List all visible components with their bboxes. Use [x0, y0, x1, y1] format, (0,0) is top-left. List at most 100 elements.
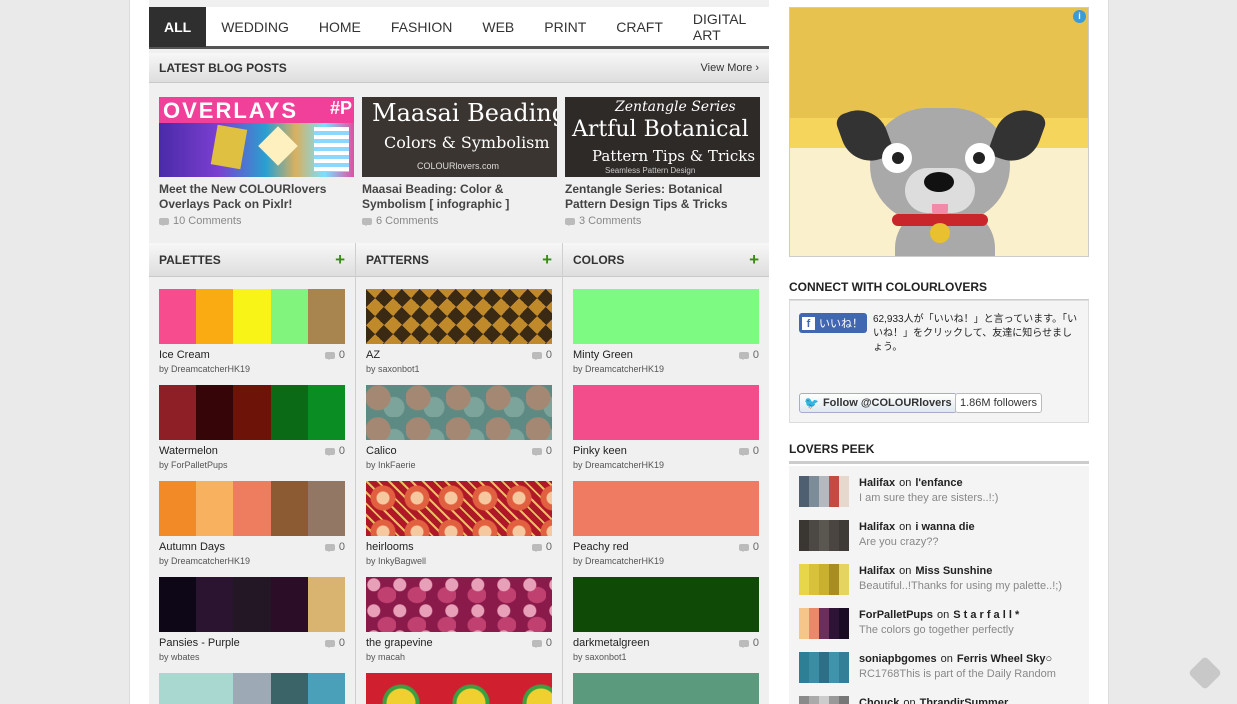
palette-swatch[interactable] [159, 289, 345, 344]
nav-tab-craft[interactable]: CRAFT [601, 7, 678, 47]
peek-target[interactable]: i wanna die [915, 521, 974, 533]
peek-item[interactable]: Halifax on i wanna die Are you crazy?? [799, 520, 1084, 551]
palette-swatch[interactable] [159, 481, 345, 536]
palette-item[interactable]: Autumn Days 0 by DreamcatcherHK19 [159, 481, 345, 566]
peek-palette-thumbnail[interactable] [799, 520, 849, 551]
peek-palette-thumbnail[interactable] [799, 652, 849, 683]
item-name[interactable]: darkmetalgreen [573, 637, 649, 649]
nav-tab-digital-art[interactable]: DIGITAL ART [678, 7, 769, 47]
post-comments[interactable]: 10 Comments [159, 215, 354, 227]
item-author[interactable]: by saxonbot1 [366, 364, 552, 374]
peek-user[interactable]: Halifax [859, 565, 895, 577]
post-title[interactable]: Maasai Beading: Color & Symbolism [ info… [362, 182, 557, 212]
item-comments[interactable]: 0 [324, 637, 345, 649]
peek-user[interactable]: soniapbgomes [859, 653, 937, 665]
item-name[interactable]: Autumn Days [159, 541, 225, 553]
peek-item[interactable]: Halifax on l'enfance I am sure they are sis… [799, 476, 1084, 507]
pattern-item[interactable] [366, 673, 552, 704]
nav-tab-web[interactable]: WEB [467, 7, 529, 47]
pattern-swatch[interactable] [366, 289, 552, 344]
item-author[interactable]: by DreamcatcherHK19 [159, 364, 345, 374]
palette-swatch[interactable] [159, 385, 345, 440]
color-item[interactable]: Pinky keen 0 by DreamcatcherHK19 [573, 385, 759, 470]
color-item[interactable]: Peachy red 0 by DreamcatcherHK19 [573, 481, 759, 566]
facebook-like-button[interactable]: f いいね！ [799, 313, 867, 333]
color-swatch[interactable] [573, 673, 759, 704]
item-author[interactable]: by ForPalletPups [159, 460, 345, 470]
post-thumbnail[interactable]: OVERLAYS #P [159, 97, 354, 177]
item-author[interactable]: by DreamcatcherHK19 [159, 556, 345, 566]
peek-user[interactable]: Chouck [859, 697, 899, 704]
pattern-swatch[interactable] [366, 385, 552, 440]
item-name[interactable]: Pinky keen [573, 445, 627, 457]
color-item[interactable]: darkmetalgreen 0 by saxonbot1 [573, 577, 759, 662]
item-name[interactable]: AZ [366, 349, 380, 361]
peek-target[interactable]: S t a r f a l l * [953, 609, 1019, 621]
item-comments[interactable]: 0 [531, 541, 552, 553]
item-comments[interactable]: 0 [531, 445, 552, 457]
peek-palette-thumbnail[interactable] [799, 476, 849, 507]
peek-item[interactable]: soniapbgomes on Ferris Wheel Sky○ RC1768Thi… [799, 652, 1084, 683]
feedback-tab-icon[interactable] [1188, 656, 1222, 690]
post-comments[interactable]: 6 Comments [362, 215, 557, 227]
item-name[interactable]: Pansies - Purple [159, 637, 240, 649]
item-name[interactable]: Calico [366, 445, 397, 457]
item-author[interactable]: by saxonbot1 [573, 652, 759, 662]
item-name[interactable]: Ice Cream [159, 349, 210, 361]
post-title[interactable]: Meet the New COLOURlovers Overlays Pack … [159, 182, 354, 212]
item-author[interactable]: by DreamcatcherHK19 [573, 364, 759, 374]
palette-swatch[interactable] [159, 577, 345, 632]
color-swatch[interactable] [573, 385, 759, 440]
peek-user[interactable]: Halifax [859, 521, 895, 533]
item-author[interactable]: by DreamcatcherHK19 [573, 460, 759, 470]
palette-item[interactable]: Watermelon 0 by ForPalletPups [159, 385, 345, 470]
view-more-link[interactable]: View More › [701, 62, 759, 74]
pattern-item[interactable]: heirlooms 0 by InkyBagwell [366, 481, 552, 566]
peek-target[interactable]: ThrandirSummer [920, 697, 1009, 704]
post-title[interactable]: Zentangle Series: Botanical Pattern Desi… [565, 182, 760, 212]
post-thumbnail[interactable]: Maasai Beading Colors & Symbolism COLOUR… [362, 97, 557, 177]
item-comments[interactable]: 0 [738, 349, 759, 361]
nav-tab-print[interactable]: PRINT [529, 7, 601, 47]
nav-tab-all[interactable]: ALL [149, 7, 207, 47]
ad-info-icon[interactable]: i [1073, 10, 1086, 23]
nav-tab-fashion[interactable]: FASHION [376, 7, 467, 47]
pattern-item[interactable]: Calico 0 by InkFaerie [366, 385, 552, 470]
item-author[interactable]: by macah [366, 652, 552, 662]
item-comments[interactable]: 0 [324, 445, 345, 457]
peek-target[interactable]: Miss Sunshine [915, 565, 992, 577]
pattern-swatch[interactable] [366, 481, 552, 536]
post-comments[interactable]: 3 Comments [565, 215, 760, 227]
blog-post[interactable]: Zentangle Series Artful Botanical Patter… [565, 97, 760, 227]
item-comments[interactable]: 0 [531, 637, 552, 649]
item-comments[interactable]: 0 [531, 349, 552, 361]
blog-post[interactable]: OVERLAYS #P Meet the New COLOURlovers Ov… [159, 97, 354, 227]
blog-post[interactable]: Maasai Beading Colors & Symbolism COLOUR… [362, 97, 557, 227]
item-name[interactable]: Minty Green [573, 349, 633, 361]
peek-user[interactable]: Halifax [859, 477, 895, 489]
item-author[interactable]: by InkyBagwell [366, 556, 552, 566]
peek-target[interactable]: l'enfance [915, 477, 962, 489]
color-item[interactable] [573, 673, 759, 704]
peek-target[interactable]: Ferris Wheel Sky○ [957, 653, 1052, 665]
peek-user[interactable]: ForPalletPups [859, 609, 933, 621]
item-name[interactable]: Watermelon [159, 445, 218, 457]
twitter-follow-button[interactable]: 🐦 Follow @COLOURlovers [799, 393, 957, 413]
item-name[interactable]: heirlooms [366, 541, 414, 553]
pattern-swatch[interactable] [366, 673, 552, 704]
peek-item[interactable]: ForPalletPups on S t a r f a l l * The colo… [799, 608, 1084, 639]
peek-palette-thumbnail[interactable] [799, 696, 849, 704]
color-swatch[interactable] [573, 289, 759, 344]
pattern-swatch[interactable] [366, 577, 552, 632]
color-item[interactable]: Minty Green 0 by DreamcatcherHK19 [573, 289, 759, 374]
item-author[interactable]: by wbates [159, 652, 345, 662]
item-name[interactable]: the grapevine [366, 637, 433, 649]
pattern-item[interactable]: the grapevine 0 by macah [366, 577, 552, 662]
item-comments[interactable]: 0 [324, 541, 345, 553]
color-swatch[interactable] [573, 577, 759, 632]
item-comments[interactable]: 0 [738, 445, 759, 457]
advertisement[interactable]: i [789, 7, 1089, 257]
peek-item[interactable]: Chouck on ThrandirSummer [799, 696, 1084, 704]
post-thumbnail[interactable]: Zentangle Series Artful Botanical Patter… [565, 97, 760, 177]
palette-item[interactable] [159, 673, 345, 704]
